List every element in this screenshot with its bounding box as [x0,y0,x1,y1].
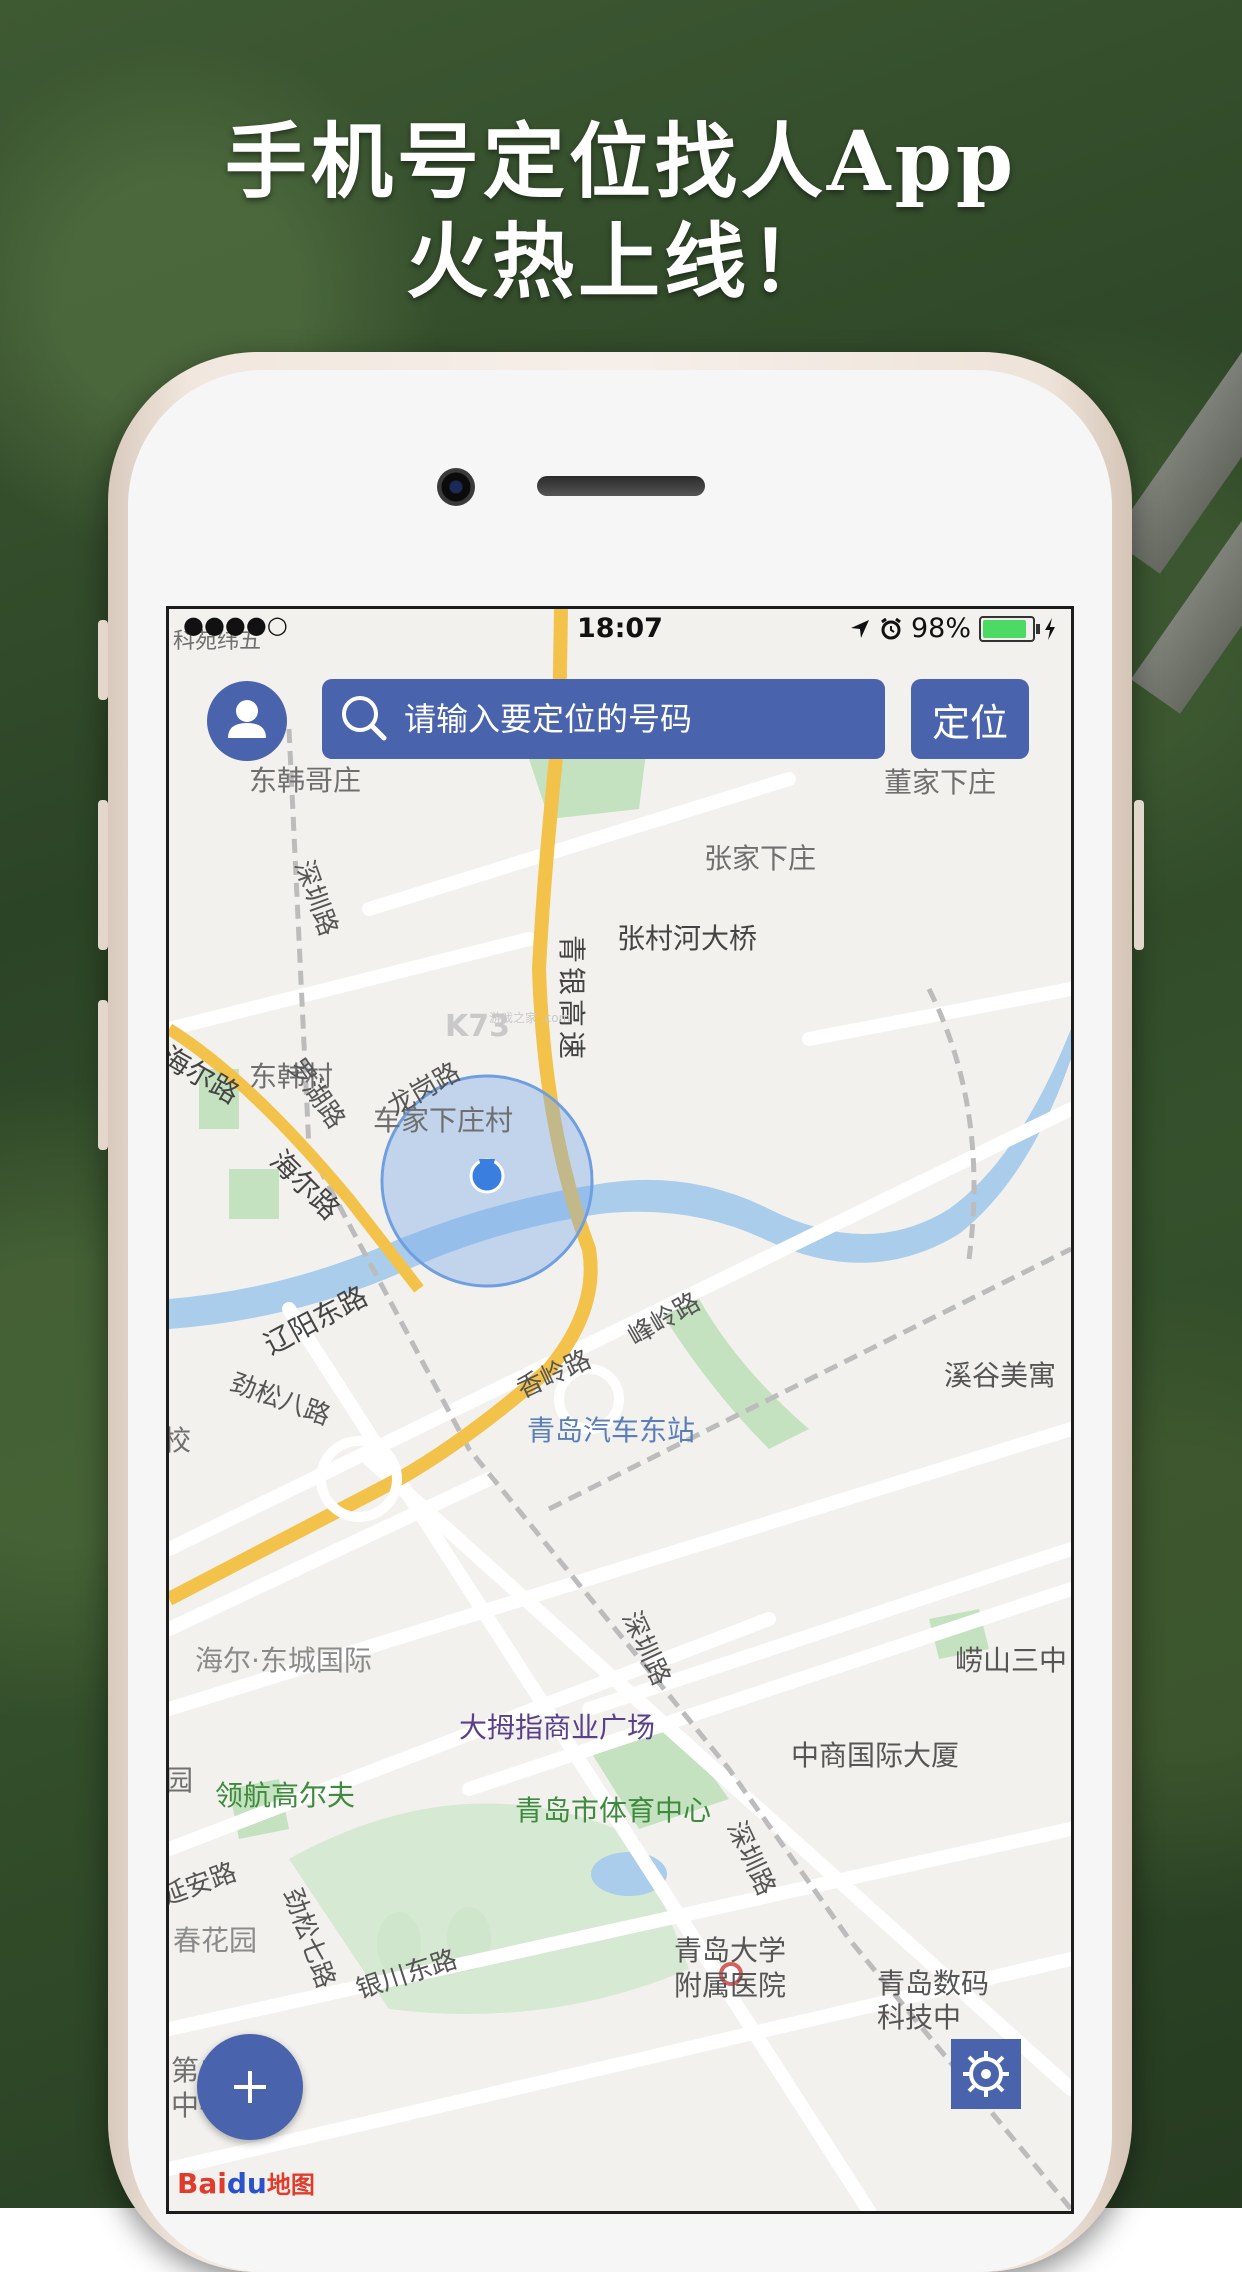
headline-line-2: 火热上线！ [405,214,836,310]
place-label: 张家下庄 [704,842,817,875]
volume-down-button [98,800,108,950]
locate-button[interactable]: 定位 [911,679,1029,759]
place-label: 春花园 [173,1924,258,1957]
expressway-label: 青银高速 [555,934,589,1064]
power-button [1134,800,1144,950]
battery-percent: 98% [910,613,971,644]
place-label: 董家下庄 [884,766,997,799]
tech-label-line2: 科技中 [877,2001,962,2034]
status-bar: ●●●●○ 18:07 98% [169,609,1071,649]
golf-label: 领航高尔夫 [215,1779,356,1812]
hospital-label-line2: 附属医院 [674,1969,787,2002]
place-label: 溪谷美寓 [944,1359,1057,1392]
building-label: 中商国际大厦 [791,1739,960,1772]
front-camera [437,468,475,506]
place-label: 东韩哥庄 [249,764,362,797]
add-button[interactable] [197,2034,303,2140]
plus-icon [234,2071,266,2103]
baidu-logo-bai: Bai [177,2167,227,2200]
settings-button[interactable] [951,2039,1021,2109]
search-bar[interactable] [322,679,885,759]
baidu-logo-map: 地图 [266,2171,315,2199]
phone-number-input[interactable] [402,699,885,739]
gear-icon [963,2051,1009,2097]
plaza-label: 大拇指商业广场 [459,1711,656,1744]
place-label: 海尔·东城国际 [195,1644,372,1677]
place-label: 园 [166,1764,194,1797]
earpiece-speaker [537,476,705,496]
hospital-label-line1: 青岛大学 [674,1934,787,1967]
alarm-icon [881,617,901,639]
search-icon [342,696,387,741]
bus-station-label: 青岛汽车东站 [527,1414,696,1447]
watermark-sub: 游戏之家 .com [489,1011,571,1025]
school-label: 崂山三中 [955,1644,1068,1677]
baidu-map-logo: Baidu地图 [177,2165,315,2200]
app-screen: 科苑纬五 东韩哥庄 董家下庄 张家下庄 张村河大桥 东韩村 车家下庄村 溪谷美寓… [166,606,1074,2214]
volume-up-button [98,620,108,700]
bridge-label: 张村河大桥 [617,922,758,955]
status-icons: 98% [849,613,1057,644]
place-label: 校 [169,1419,191,1459]
user-avatar-button[interactable] [207,681,287,761]
charging-icon [1045,617,1055,640]
sports-center-label: 青岛市体育中心 [515,1794,712,1827]
mute-button [98,1000,108,1150]
location-arrow-icon [850,619,869,638]
user-icon [228,700,266,738]
battery-icon [979,615,1040,642]
baidu-logo-du: du [226,2167,267,2200]
